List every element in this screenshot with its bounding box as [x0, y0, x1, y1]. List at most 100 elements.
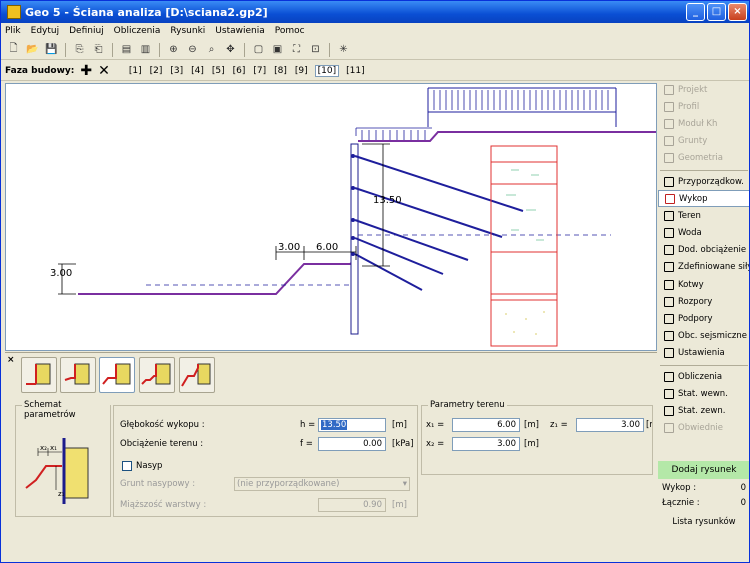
fit-icon[interactable]: ⛶ [288, 42, 305, 58]
x1-input[interactable]: 6.00 [452, 418, 520, 432]
sidebar-item-obliczenia[interactable]: Obliczenia [658, 368, 749, 385]
zoom-in-icon[interactable]: ⊕ [165, 42, 182, 58]
stage-tab-1[interactable]: [1] [128, 66, 143, 76]
panel-close-icon[interactable]: × [7, 355, 15, 365]
zoom-window-icon[interactable]: ⌕ [203, 42, 220, 58]
stage-tab-9[interactable]: [9] [294, 66, 309, 76]
stage-label: Faza budowy: [5, 65, 75, 76]
settings-icon[interactable]: ✳ [335, 42, 352, 58]
sidebar-item-ustawienia[interactable]: Ustawienia [658, 345, 749, 362]
sidebar-item-teren[interactable]: Teren [658, 207, 749, 224]
sidebar-item-stat-wewn[interactable]: Stat. wewn. [658, 385, 749, 402]
stage-tab-7[interactable]: [7] [252, 66, 267, 76]
terrain-line-right [358, 131, 656, 142]
toolbar: 🗋 📂 💾 ⎘ ⎗ ▤ ▥ ⊕ ⊖ ⌕ ✥ ▢ ▣ ⛶ ⊡ ✳ [1, 40, 749, 60]
menu-edytuj[interactable]: Edytuj [31, 26, 59, 36]
add-stage-icon[interactable]: ✚ [80, 63, 92, 79]
paste-view-icon[interactable]: ▥ [137, 42, 154, 58]
save-icon[interactable]: 💾 [43, 42, 60, 58]
menu-bar: Plik Edytuj Definiuj Obliczenia Rysunki … [1, 23, 305, 39]
excavation-params-group: Głębokość wykopu : h = 13.50 [m] Obciąże… [113, 405, 418, 517]
z1-input[interactable]: 3.00 [576, 418, 644, 432]
menu-pomoc[interactable]: Pomoc [275, 26, 305, 36]
excavation-type-3-button[interactable] [99, 357, 135, 393]
input-panel: × Schemat parametrów x₂ x₁ z₁ Głębokość … [5, 352, 657, 562]
sidebar-item-przyporzadkow[interactable]: Przyporządkow. [658, 173, 749, 190]
sidebar-item-rozpory[interactable]: Rozpory [658, 293, 749, 310]
menu-ustawienia[interactable]: Ustawienia [215, 26, 264, 36]
new-file-icon[interactable]: 🗋 [5, 42, 22, 58]
thickness-unit: [m] [392, 500, 407, 510]
sidebar-item-wykop[interactable]: Wykop [658, 190, 749, 208]
drawing-list-button[interactable]: Lista rysunków [658, 513, 749, 531]
zoom-out-icon[interactable]: ⊖ [184, 42, 201, 58]
add-drawing-button[interactable]: Dodaj rysunek [658, 461, 749, 479]
load-unit: [kPa] [392, 439, 414, 449]
copy-view-icon[interactable]: ▤ [118, 42, 135, 58]
surcharge-load-right [427, 87, 617, 127]
stage-tab-8[interactable]: [8] [273, 66, 288, 76]
depth-input[interactable]: 13.50 [318, 418, 386, 432]
stage-tab-6[interactable]: [6] [232, 66, 247, 76]
delete-stage-icon[interactable]: ✕ [98, 63, 110, 79]
surcharge-load-left [355, 127, 432, 140]
borehole-fill-yellow [505, 311, 545, 335]
stage-tab-2[interactable]: [2] [149, 66, 164, 76]
embankment-checkbox[interactable] [122, 461, 132, 471]
x2-input[interactable]: 3.00 [452, 437, 520, 451]
water-icon [664, 228, 674, 239]
settings-icon [664, 348, 674, 359]
sidebar-item-zdefiniowane-sily[interactable]: Zdefiniowane siły [658, 259, 749, 276]
excavation-type-4-button[interactable] [139, 357, 175, 393]
copy-data-icon[interactable]: ⎘ [71, 42, 88, 58]
sidebar-item-obc-sejsmiczne[interactable]: Obc. sejsmiczne [658, 328, 749, 345]
type-5-icon [181, 363, 211, 387]
internal-stability-icon [664, 388, 674, 399]
sidebar-item-dod-obciazenie[interactable]: Dod. obciążenie [658, 242, 749, 259]
profile-icon [664, 101, 674, 112]
seismic-icon [664, 331, 674, 342]
calculation-icon [664, 371, 674, 382]
open-folder-icon[interactable]: 📂 [24, 42, 41, 58]
fill-soil-label: Grunt nasypowy : [120, 479, 196, 489]
sidebar-item-woda[interactable]: Woda [658, 225, 749, 242]
sidebar-item-podpory[interactable]: Podpory [658, 310, 749, 327]
maximize-button[interactable]: □ [707, 3, 726, 21]
stage-tab-5[interactable]: [5] [211, 66, 226, 76]
menu-rysunki[interactable]: Rysunki [170, 26, 205, 36]
excavation-type-5-button[interactable] [179, 357, 215, 393]
load-input[interactable]: 0.00 [318, 437, 386, 451]
sidebar-item-stat-zewn[interactable]: Stat. zewn. [658, 402, 749, 419]
menu-plik[interactable]: Plik [5, 26, 21, 36]
stage-tab-10[interactable]: [10] [314, 64, 340, 77]
x1-unit: [m] [524, 420, 539, 430]
drawing-canvas[interactable]: 13.50 3.00 6.00 3.00 [5, 83, 657, 351]
depth-dimension-label: 13.50 [373, 195, 402, 206]
stage-tab-4[interactable]: [4] [190, 66, 205, 76]
project-icon [664, 84, 674, 95]
thickness-label: Miąższość warstwy : [120, 500, 207, 510]
wall-drawing: 13.50 3.00 6.00 3.00 [50, 87, 656, 347]
type-2-icon [64, 363, 90, 385]
frame-icon[interactable]: ▢ [250, 42, 267, 58]
frame-small-icon[interactable]: ▣ [269, 42, 286, 58]
count-wykop: Wykop :0 [662, 483, 746, 493]
move-icon[interactable]: ✥ [222, 42, 239, 58]
stage-tab-11[interactable]: [11] [345, 66, 365, 76]
support-icon [664, 314, 674, 325]
paste-data-icon[interactable]: ⎗ [90, 42, 107, 58]
minimize-button[interactable]: _ [686, 3, 705, 21]
sidebar-item-modul-kh: Moduł Kh [658, 115, 749, 132]
type-3-icon [102, 363, 131, 385]
stage-tab-3[interactable]: [3] [169, 66, 184, 76]
sidebar-item-obwiednie: Obwiednie [658, 420, 749, 437]
excavation-type-2-button[interactable] [60, 357, 96, 393]
external-stability-icon [664, 405, 674, 416]
menu-obliczenia[interactable]: Obliczenia [114, 26, 161, 36]
menu-definiuj[interactable]: Definiuj [69, 26, 104, 36]
sidebar-item-kotwy[interactable]: Kotwy [658, 276, 749, 293]
excavation-type-1-button[interactable] [21, 357, 57, 393]
zoom-fit-icon[interactable]: ⊡ [307, 42, 324, 58]
embankment-label: Nasyp [136, 461, 163, 471]
close-button[interactable]: × [728, 3, 747, 21]
